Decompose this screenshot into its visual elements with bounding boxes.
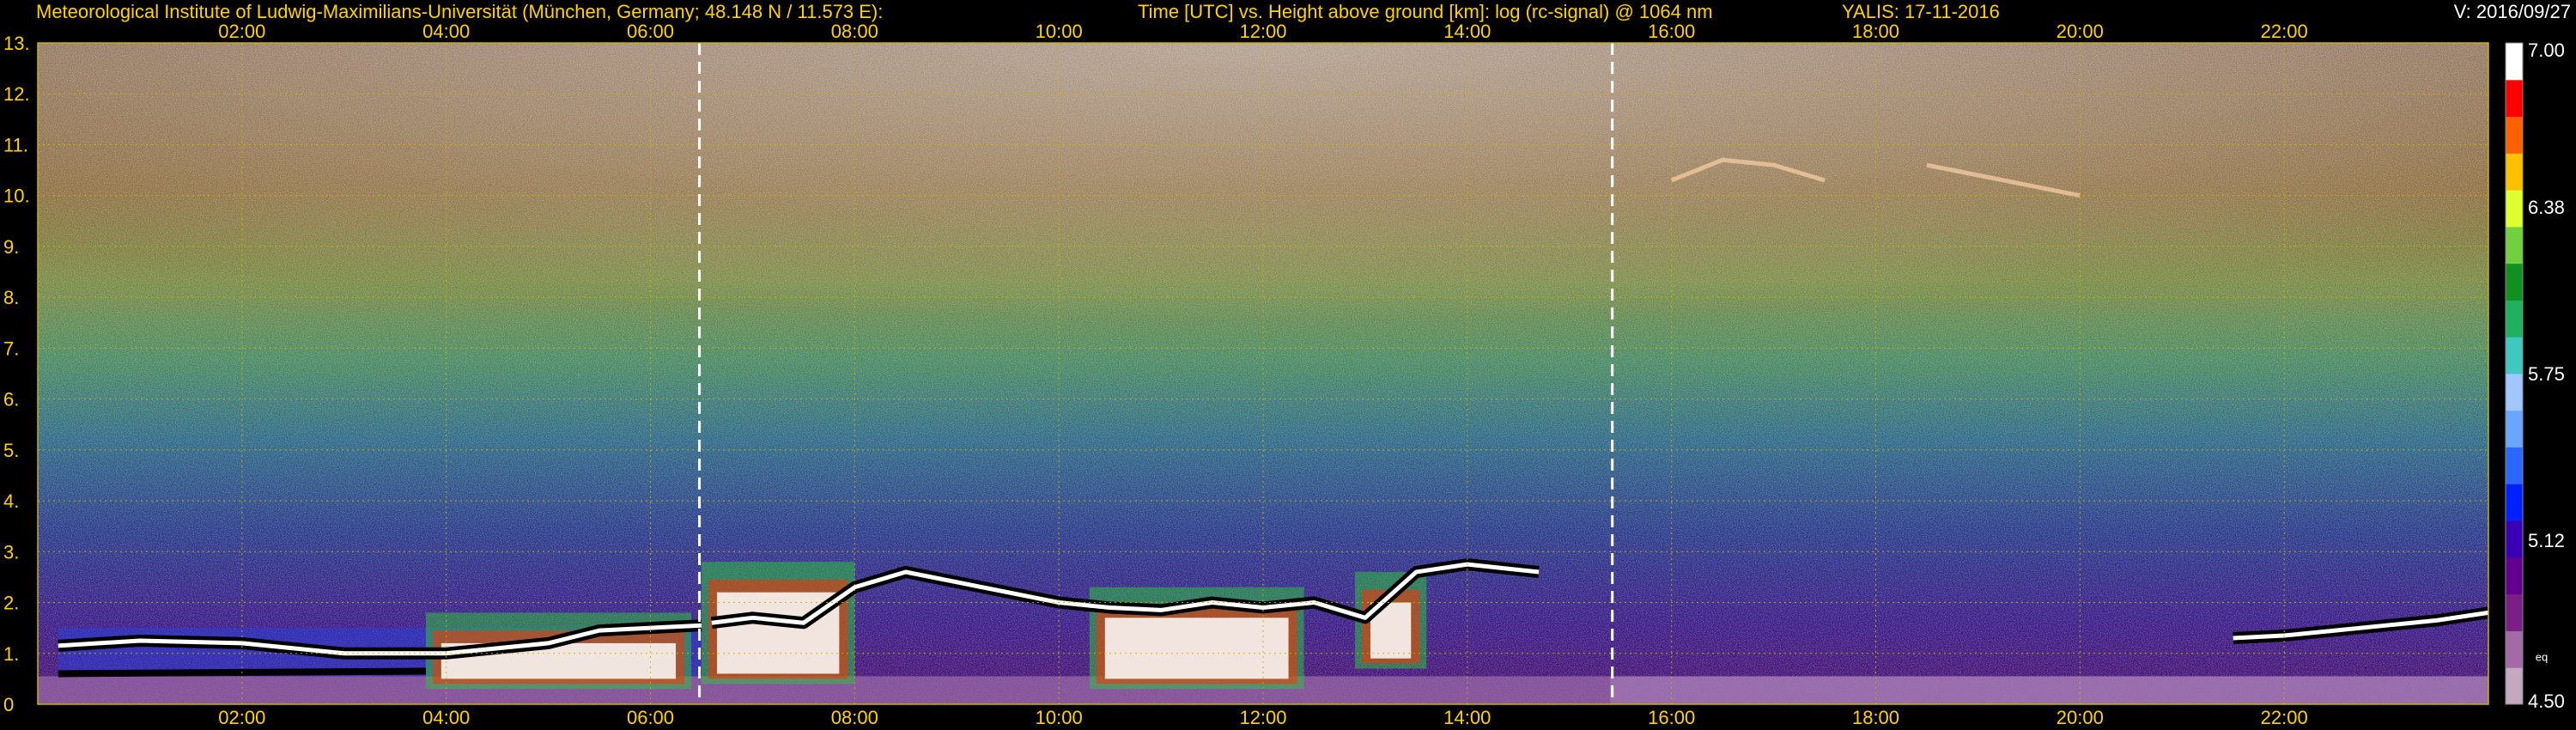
x-tick-label-top: 12:00 xyxy=(1239,21,1286,42)
x-tick-label-bottom: 12:00 xyxy=(1239,707,1286,728)
colorbar-tick-label: 4.50 xyxy=(2528,690,2565,712)
colorbar-segment xyxy=(2506,337,2523,374)
x-tick-label-bottom: 22:00 xyxy=(2261,707,2308,728)
y-tick-label: 1. xyxy=(3,643,19,665)
y-tick-label: 0 xyxy=(3,694,14,715)
y-tick-label: 8. xyxy=(3,287,19,308)
colorbar-tick-label: 6.38 xyxy=(2528,197,2565,218)
colorbar-tick-label: 7.00 xyxy=(2528,40,2565,61)
colorbar-segment xyxy=(2506,153,2523,191)
x-tick-label-bottom: 20:00 xyxy=(2057,707,2104,728)
time-height-heatmap: 0 1. 2. 3. 4. 5. 6. 7. 8. 9. 10. 11. 12. 13. 02:00 02:0… xyxy=(3,21,2565,728)
x-tick-label-top: 20:00 xyxy=(2057,21,2104,42)
colorbar-segment xyxy=(2506,520,2523,558)
y-tick-label: 5. xyxy=(3,440,19,461)
x-tick-label-top: 02:00 xyxy=(218,21,265,42)
x-tick-label-top: 16:00 xyxy=(1648,21,1695,42)
colorbar-segment xyxy=(2506,410,2523,448)
x-tick-label-top: 18:00 xyxy=(1852,21,1899,42)
x-tick-label-bottom: 16:00 xyxy=(1648,707,1695,728)
y-tick-label: 4. xyxy=(3,490,19,512)
colorbar-tick-label: 5.75 xyxy=(2528,363,2565,385)
y-tick-label: 9. xyxy=(3,236,19,258)
cloud-block-white xyxy=(1104,617,1289,679)
lidar-quicklook: Meteorological Institute of Ludwig-Maxim… xyxy=(0,0,2576,730)
y-tick-label: 13. xyxy=(3,33,30,54)
y-tick-label: 6. xyxy=(3,389,19,411)
colorbar-segment xyxy=(2506,43,2523,81)
colorbar-segment xyxy=(2506,630,2523,668)
colorbar-segment xyxy=(2506,593,2523,631)
colorbar-segment xyxy=(2506,300,2523,338)
x-tick-label-top: 14:00 xyxy=(1443,21,1491,42)
colorbar-segment xyxy=(2506,190,2523,228)
colorbar-unit-label: eq xyxy=(2536,651,2548,664)
colorbar-segment xyxy=(2506,667,2523,705)
y-tick-label: 10. xyxy=(3,186,30,207)
x-tick-label-bottom: 10:00 xyxy=(1036,707,1083,728)
y-tick-label: 11. xyxy=(3,134,28,155)
colorbar-tick-label: 5.12 xyxy=(2528,530,2565,551)
x-tick-label-bottom: 02:00 xyxy=(218,707,265,728)
colorbar-segment xyxy=(2506,263,2523,301)
colorbar-segment xyxy=(2506,226,2523,265)
x-tick-label-top: 10:00 xyxy=(1036,21,1083,42)
colorbar-segment xyxy=(2506,447,2523,484)
x-tick-label-top: 22:00 xyxy=(2261,21,2308,42)
y-tick-label: 12. xyxy=(3,83,30,105)
y-tick-label: 2. xyxy=(3,593,19,614)
evening-aerosol-layer xyxy=(1610,676,2488,704)
x-tick-label-bottom: 06:00 xyxy=(627,707,674,728)
colorbar-segment xyxy=(2506,557,2523,595)
colorbar-segment xyxy=(2506,79,2523,118)
x-tick-label-top: 06:00 xyxy=(627,21,674,42)
x-tick-label-bottom: 18:00 xyxy=(1852,707,1899,728)
colorbar-segment xyxy=(2506,374,2523,411)
colorbar-segment xyxy=(2506,484,2523,521)
colorbar-segment xyxy=(2506,116,2523,154)
y-tick-label: 7. xyxy=(3,338,19,359)
x-tick-label-bottom: 14:00 xyxy=(1443,707,1491,728)
x-tick-label-bottom: 08:00 xyxy=(831,707,878,728)
x-tick-label-bottom: 04:00 xyxy=(422,707,470,728)
y-tick-label: 3. xyxy=(3,541,19,563)
x-tick-label-top: 08:00 xyxy=(831,21,878,42)
x-tick-label-top: 04:00 xyxy=(422,21,470,42)
